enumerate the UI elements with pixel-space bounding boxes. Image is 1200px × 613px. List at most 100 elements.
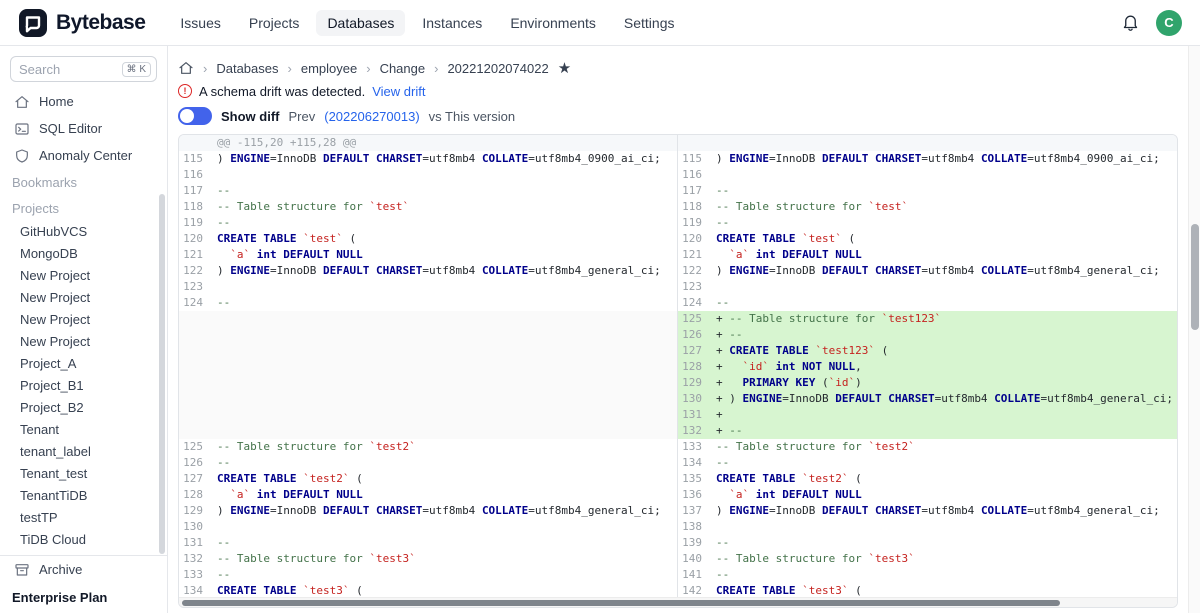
diff-horizontal-scrollbar[interactable]	[182, 600, 1060, 606]
sidebar-project-project-b1[interactable]: Project_B1	[0, 375, 167, 397]
search-box[interactable]: ⌘ K	[10, 56, 157, 82]
line-number: 125	[678, 311, 708, 327]
sidebar-project-new-project[interactable]: New Project	[0, 309, 167, 331]
nav-item-environments[interactable]: Environments	[499, 10, 607, 36]
nav-item-databases[interactable]: Databases	[316, 10, 405, 36]
bookmark-star-icon[interactable]: ★	[558, 61, 571, 76]
sidebar-project-tenant-label[interactable]: tenant_label	[0, 441, 167, 463]
sidebar-item-archive[interactable]: Archive	[0, 556, 167, 583]
breadcrumb-separator: ›	[366, 61, 370, 76]
line-number	[179, 407, 209, 423]
nav-item-instances[interactable]: Instances	[411, 10, 493, 36]
alert-exclamation-icon: !	[178, 84, 192, 98]
code-line	[209, 519, 677, 535]
sidebar-project-tenant-test[interactable]: Tenant_test	[0, 463, 167, 485]
diff-row	[179, 407, 677, 423]
diff-row: 118-- Table structure for `test`	[678, 199, 1177, 215]
user-avatar[interactable]: C	[1156, 10, 1182, 36]
nav-item-projects[interactable]: Projects	[238, 10, 311, 36]
line-number: 123	[678, 279, 708, 295]
code-line	[708, 279, 1177, 295]
line-number: 139	[678, 535, 708, 551]
code-line	[209, 343, 677, 359]
diff-row: 122) ENGINE=InnoDB DEFAULT CHARSET=utf8m…	[678, 263, 1177, 279]
diff-row: 125+ -- Table structure for `test123`	[678, 311, 1177, 327]
sidebar-project-new-project[interactable]: New Project	[0, 265, 167, 287]
bytebase-logo-icon	[18, 8, 48, 38]
code-line: `a` int DEFAULT NULL	[209, 487, 677, 503]
line-number: 121	[179, 247, 209, 263]
notification-bell-icon[interactable]	[1121, 13, 1140, 32]
prev-version-link[interactable]: (202206270013)	[324, 109, 419, 124]
diff-row: 116	[678, 167, 1177, 183]
diff-row: 123	[179, 279, 677, 295]
diff-row: 134--	[678, 455, 1177, 471]
sidebar-project-tenanttidb[interactable]: TenantTiDB	[0, 485, 167, 507]
line-number: 120	[678, 231, 708, 247]
sidebar-project-tidb-cloud[interactable]: TiDB Cloud	[0, 529, 167, 551]
sidebar-project-project-a[interactable]: Project_A	[0, 353, 167, 375]
code-line: --	[708, 535, 1177, 551]
sidebar-item-label: SQL Editor	[39, 121, 102, 136]
line-number: 122	[179, 263, 209, 279]
diff-row: 132+ --	[678, 423, 1177, 439]
line-number	[179, 375, 209, 391]
diff-row: 118-- Table structure for `test`	[179, 199, 677, 215]
sidebar-project-githubvcs[interactable]: GitHubVCS	[0, 221, 167, 243]
diff-row: 135CREATE TABLE `test2` (	[678, 471, 1177, 487]
code-line: ) ENGINE=InnoDB DEFAULT CHARSET=utf8mb4 …	[708, 263, 1177, 279]
diff-horizontal-scrollbar-track	[179, 597, 1177, 607]
code-line: + ) ENGINE=InnoDB DEFAULT CHARSET=utf8mb…	[708, 391, 1177, 407]
line-number: 116	[179, 167, 209, 183]
diff-row: 119--	[678, 215, 1177, 231]
sidebar-project-project-b2[interactable]: Project_B2	[0, 397, 167, 419]
sidebar-project-new-project[interactable]: New Project	[0, 287, 167, 309]
sidebar-item-anomaly-center[interactable]: Anomaly Center	[0, 142, 167, 169]
sidebar-project-new-project[interactable]: New Project	[0, 331, 167, 353]
line-number: 125	[179, 439, 209, 455]
sidebar-scrollbar[interactable]	[159, 194, 165, 554]
sidebar-project-testtp[interactable]: testTP	[0, 507, 167, 529]
breadcrumb-item-change[interactable]: Change	[380, 61, 426, 76]
diff-row: 120CREATE TABLE `test` (	[678, 231, 1177, 247]
code-line: --	[708, 215, 1177, 231]
diff-row: 132-- Table structure for `test3`	[179, 551, 677, 567]
sidebar-section-bookmarks: Bookmarks	[0, 169, 167, 195]
code-line: CREATE TABLE `test` (	[708, 231, 1177, 247]
diff-row: 131+	[678, 407, 1177, 423]
main-content: › Databases › employee › Change › 202212…	[168, 46, 1188, 613]
breadcrumb-home-icon[interactable]	[178, 60, 194, 76]
diff-row: 133-- Table structure for `test2`	[678, 439, 1177, 455]
sidebar-item-home[interactable]: Home	[0, 88, 167, 115]
brand-logo[interactable]: Bytebase	[18, 8, 145, 38]
sidebar-project-tenant[interactable]: Tenant	[0, 419, 167, 441]
line-number: 128	[179, 487, 209, 503]
line-number: 138	[678, 519, 708, 535]
diff-row: 137) ENGINE=InnoDB DEFAULT CHARSET=utf8m…	[678, 503, 1177, 519]
breadcrumb-item-employee[interactable]: employee	[301, 61, 357, 76]
sidebar-item-sql-editor[interactable]: SQL Editor	[0, 115, 167, 142]
code-line	[209, 279, 677, 295]
line-number: 116	[678, 167, 708, 183]
search-shortcut-badge: ⌘ K	[122, 62, 151, 77]
diff-columns: @@ -115,20 +115,28 @@115) ENGINE=InnoDB …	[179, 135, 1177, 599]
show-diff-toggle[interactable]	[178, 107, 212, 125]
code-line: ) ENGINE=InnoDB DEFAULT CHARSET=utf8mb4 …	[209, 151, 677, 167]
code-line	[209, 359, 677, 375]
diff-row	[179, 311, 677, 327]
code-line: + -- Table structure for `test123`	[708, 311, 1177, 327]
sidebar-item-label: Anomaly Center	[39, 148, 132, 163]
view-drift-link[interactable]: View drift	[372, 84, 425, 99]
code-line	[708, 167, 1177, 183]
code-line: CREATE TABLE `test` (	[209, 231, 677, 247]
line-number	[179, 423, 209, 439]
nav-item-issues[interactable]: Issues	[169, 10, 231, 36]
diff-row: 121 `a` int DEFAULT NULL	[179, 247, 677, 263]
search-input[interactable]	[19, 62, 103, 77]
breadcrumb-item-databases[interactable]: Databases	[216, 61, 278, 76]
sidebar-project-mongodb[interactable]: MongoDB	[0, 243, 167, 265]
window-scrollbar[interactable]	[1191, 224, 1199, 330]
code-line: ) ENGINE=InnoDB DEFAULT CHARSET=utf8mb4 …	[708, 503, 1177, 519]
nav-item-settings[interactable]: Settings	[613, 10, 686, 36]
breadcrumb-item-version[interactable]: 20221202074022	[447, 61, 548, 76]
